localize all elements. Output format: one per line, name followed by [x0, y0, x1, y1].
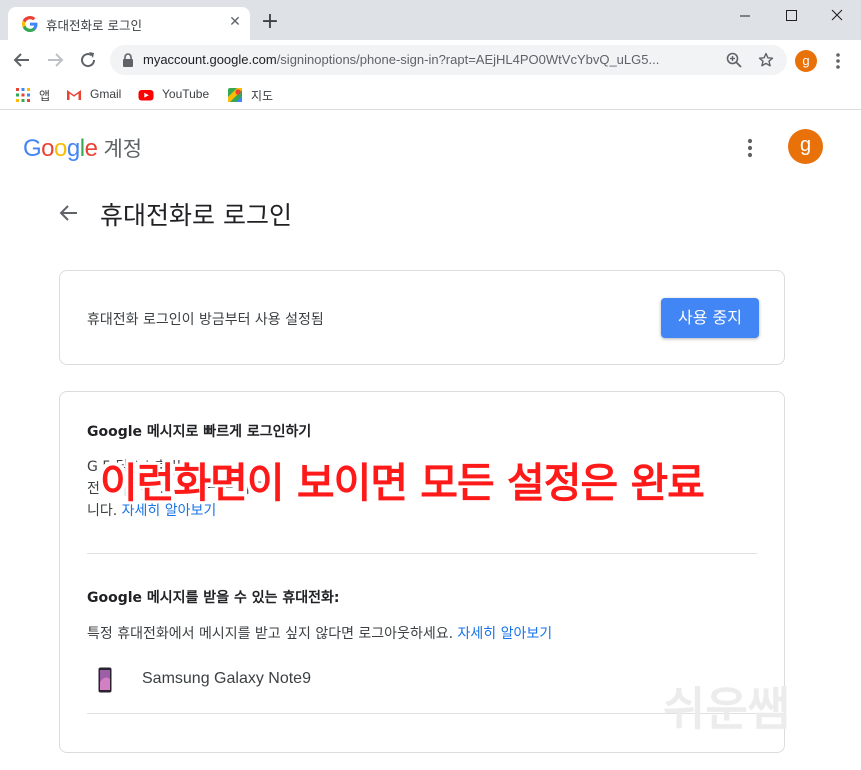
annotation-caption: 이런화면이 보이면 모든 설정은 완료 [100, 459, 705, 507]
zoom-icon[interactable] [726, 52, 742, 68]
minimize-icon[interactable] [730, 4, 760, 28]
bookmark-maps[interactable]: 지도 [227, 85, 287, 105]
product-name: 계정 [103, 137, 143, 161]
more-options-icon[interactable] [740, 136, 760, 160]
google-account-logo[interactable]: Google 계정 [23, 133, 142, 163]
divider [87, 553, 757, 554]
page-back-arrow-icon[interactable] [58, 202, 80, 224]
address-bar[interactable]: myaccount.google.com/signinoptions/phone… [110, 45, 787, 75]
bookmark-label: YouTube [162, 87, 210, 101]
bookmark-star-icon[interactable] [758, 52, 774, 68]
status-card: 휴대전화 로그인이 방금부터 사용 설정됨 사용 중지 [59, 270, 785, 365]
phones-description-text: 특정 휴대전화에서 메시지를 받고 싶지 않다면 로그아웃하세요. [87, 626, 458, 642]
back-arrow-icon[interactable] [12, 50, 32, 70]
bookmark-gmail[interactable]: Gmail [66, 85, 130, 105]
page-title: 휴대전화로 로그인 [100, 201, 292, 230]
bookmark-label: Gmail [90, 87, 122, 101]
url-text[interactable]: myaccount.google.com/signinoptions/phone… [143, 52, 708, 67]
status-text: 휴대전화 로그인이 방금부터 사용 설정됨 [87, 312, 324, 328]
google-favicon-icon [22, 16, 38, 32]
google-wordmark: Google [23, 135, 98, 162]
watermark: 쉬운쌤 [663, 682, 790, 736]
url-path: /signinoptions/phone-sign-in?rapt=AEjHL4… [276, 52, 660, 67]
browser-menu-icon[interactable] [829, 51, 847, 71]
bookmark-youtube[interactable]: YouTube [138, 85, 218, 105]
title-bar: 휴대전화로 로그인 ✕ + [0, 0, 861, 40]
window-close-icon[interactable] [822, 4, 852, 28]
forward-arrow-icon[interactable] [45, 50, 65, 70]
tab-close-icon[interactable]: ✕ [226, 13, 244, 31]
new-tab-button[interactable]: + [260, 11, 280, 33]
disable-button[interactable]: 사용 중지 [661, 298, 759, 338]
logo-letter: e [84, 135, 98, 162]
bookmark-label: 앱 [39, 89, 51, 103]
device-name: Samsung Galaxy Note9 [142, 670, 311, 687]
gmail-icon [67, 90, 81, 100]
bookmarks-bar: 앱 Gmail YouTube 지도 [0, 80, 861, 110]
account-avatar[interactable]: g [788, 129, 823, 164]
tab-title: 휴대전화로 로그인 [46, 18, 142, 33]
reload-icon[interactable] [78, 50, 98, 70]
learn-more-link[interactable]: 자세히 알아보기 [457, 626, 552, 642]
lock-icon[interactable] [122, 53, 134, 67]
youtube-icon [138, 90, 154, 101]
browser-toolbar: myaccount.google.com/signinoptions/phone… [0, 40, 861, 80]
phone-device-icon [98, 667, 112, 693]
messages-heading: Google 메시지로 빠르게 로그인하기 [87, 424, 312, 440]
phones-description: 특정 휴대전화에서 메시지를 받고 싶지 않다면 로그아웃하세요. 자세히 알아… [87, 623, 552, 643]
bookmark-label: 지도 [251, 89, 274, 103]
divider [87, 713, 757, 714]
logo-letter: G [23, 135, 42, 162]
url-host: myaccount.google.com [143, 52, 277, 67]
phones-heading: Google 메시지를 받을 수 있는 휴대전화: [87, 590, 340, 606]
logo-letter: o [41, 135, 55, 162]
maps-icon [228, 88, 242, 102]
bookmark-apps[interactable]: 앱 [15, 85, 65, 105]
browser-tab[interactable]: 휴대전화로 로그인 ✕ [8, 7, 250, 40]
apps-grid-icon [16, 88, 30, 102]
maximize-icon[interactable] [776, 4, 806, 28]
profile-avatar-button[interactable]: g [795, 50, 817, 72]
account-page: Google 계정 g 휴대전화로 로그인 휴대전화 로그인이 방금부터 사용 설… [0, 111, 861, 770]
logo-letter: g [66, 135, 80, 162]
logo-letter: o [54, 135, 67, 162]
